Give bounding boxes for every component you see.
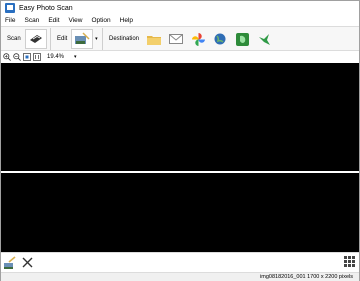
fit-page-icon	[23, 53, 31, 61]
photo-brush-icon	[4, 256, 16, 269]
edit-photo-button[interactable]	[3, 256, 17, 272]
evernote-icon	[235, 32, 249, 46]
page-divider	[1, 171, 359, 173]
folder-icon	[147, 35, 162, 45]
photos-destination-button[interactable]	[187, 29, 209, 49]
bottom-toolbar	[1, 252, 359, 272]
menu-view[interactable]: View	[69, 17, 83, 24]
edit-button[interactable]	[71, 29, 94, 49]
pinwheel-icon	[191, 32, 205, 46]
window-title: Easy Photo Scan	[19, 4, 73, 12]
title-bar: Easy Photo Scan	[1, 1, 359, 15]
actual-size-icon	[33, 53, 41, 61]
destination-label: Destination	[109, 36, 140, 42]
globe-icon	[214, 33, 226, 45]
app-icon	[5, 3, 15, 13]
status-text: img08182016_001 1700 x 2200 pixels	[260, 274, 353, 280]
bird-icon	[258, 33, 270, 45]
photo-edit-icon	[75, 32, 90, 44]
folder-destination-button[interactable]	[143, 29, 165, 49]
fit-page-button[interactable]	[23, 53, 31, 61]
actual-size-button[interactable]	[33, 53, 41, 61]
zoom-level[interactable]: 19.4%	[47, 54, 64, 60]
menu-file[interactable]: File	[5, 17, 15, 24]
zoom-in-icon	[3, 53, 11, 61]
menu-bar: File Scan Edit View Option Help	[1, 15, 359, 26]
scan-button[interactable]	[24, 29, 47, 49]
mail-icon	[169, 34, 184, 44]
menu-help[interactable]: Help	[120, 17, 133, 24]
zoom-bar: 19.4% ▾	[1, 52, 359, 62]
toolbar: Scan Edit ▾ Destination	[1, 26, 359, 51]
evernote-destination-button[interactable]	[231, 29, 253, 49]
scan-group: Scan	[3, 28, 51, 50]
edit-dropdown[interactable]: ▾	[93, 29, 99, 49]
zoom-dropdown[interactable]: ▾	[74, 54, 77, 60]
menu-scan[interactable]: Scan	[24, 17, 39, 24]
destination-group: Destination	[105, 28, 281, 50]
preview-area[interactable]	[1, 63, 359, 252]
bird-destination-button[interactable]	[253, 29, 275, 49]
mail-destination-button[interactable]	[165, 29, 187, 49]
thumbnail-view-button[interactable]	[344, 256, 355, 269]
close-icon	[22, 257, 33, 268]
status-bar: img08182016_001 1700 x 2200 pixels	[1, 272, 359, 281]
zoom-in-button[interactable]	[3, 53, 11, 61]
zoom-out-button[interactable]	[13, 53, 21, 61]
scan-label: Scan	[7, 36, 21, 42]
edit-label: Edit	[57, 36, 68, 42]
menu-edit[interactable]: Edit	[48, 17, 59, 24]
grid-icon	[344, 256, 355, 267]
delete-button[interactable]	[21, 256, 34, 272]
app-window: Easy Photo Scan File Scan Edit View Opti…	[0, 0, 360, 281]
web-destination-button[interactable]	[209, 29, 231, 49]
scanner-icon	[29, 35, 42, 43]
zoom-out-icon	[13, 53, 21, 61]
menu-option[interactable]: Option	[92, 17, 111, 24]
edit-group: Edit ▾	[53, 28, 103, 50]
